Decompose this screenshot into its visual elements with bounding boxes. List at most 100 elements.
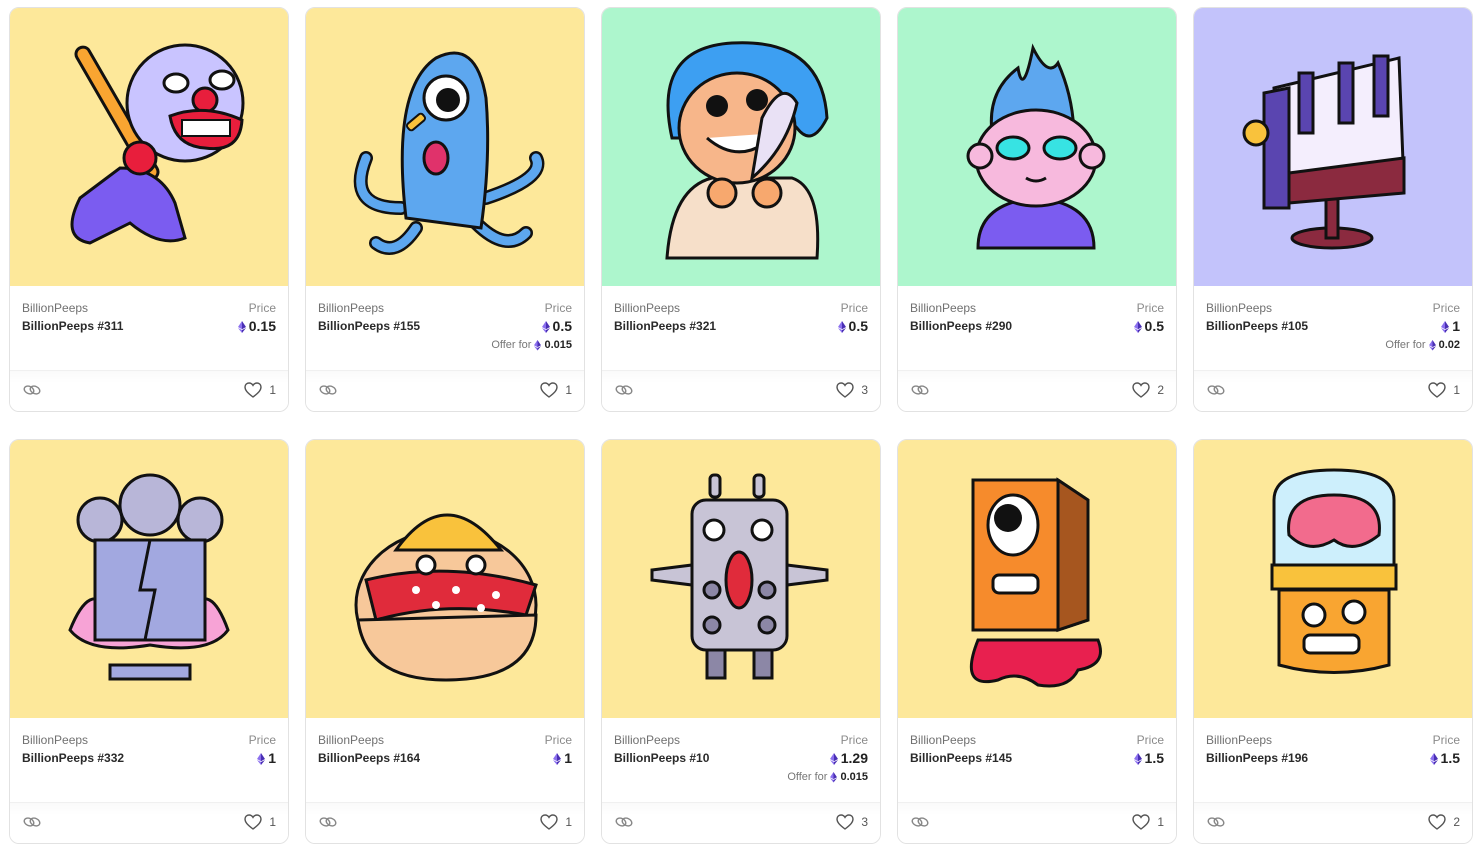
nft-card[interactable]: BillionPeeps BillionPeeps #332 Price 1 1 — [9, 439, 289, 844]
heart-icon — [836, 382, 855, 398]
nft-artwork-box-cyclops[interactable] — [898, 440, 1176, 718]
price-amount: 0.5 — [1144, 318, 1164, 334]
eth-icon — [1429, 752, 1438, 765]
collection-name[interactable]: BillionPeeps — [22, 733, 88, 747]
item-name[interactable]: BillionPeeps #321 — [614, 319, 716, 333]
like-count: 1 — [565, 383, 572, 397]
price-label: Price — [1136, 733, 1164, 747]
heart-icon — [244, 382, 263, 398]
like-count: 1 — [565, 815, 572, 829]
offer-amount: 0.015 — [544, 339, 572, 351]
like-button[interactable]: 1 — [244, 814, 276, 830]
like-button[interactable]: 3 — [836, 382, 868, 398]
collection-name[interactable]: BillionPeeps — [1206, 733, 1272, 747]
eth-icon — [237, 320, 246, 333]
nft-card[interactable]: BillionPeeps BillionPeeps #164 Price 1 1 — [305, 439, 585, 844]
eth-icon — [257, 752, 266, 765]
like-button[interactable]: 1 — [244, 382, 276, 398]
price-value: 1.29 — [829, 750, 868, 766]
nft-artwork-blue-octopus[interactable] — [306, 8, 584, 286]
nft-card[interactable]: BillionPeeps BillionPeeps #10 Price 1.29 Off… — [601, 439, 881, 844]
eth-icon — [837, 320, 846, 333]
chain-link-icon[interactable] — [615, 815, 633, 829]
heart-icon — [1132, 814, 1151, 830]
price-label: Price — [248, 733, 276, 747]
eth-icon — [553, 752, 562, 765]
like-button[interactable]: 1 — [540, 382, 572, 398]
price-value: 0.5 — [837, 318, 868, 334]
heart-icon — [1428, 814, 1447, 830]
card-info: BillionPeeps BillionPeeps #145 Price 1.5 — [898, 718, 1176, 802]
collection-name[interactable]: BillionPeeps — [22, 301, 88, 315]
price-value: 1.5 — [1133, 750, 1164, 766]
card-footer: 1 — [306, 370, 584, 411]
price-value: 0.15 — [237, 318, 276, 334]
chain-link-icon[interactable] — [911, 383, 929, 397]
chain-link-icon[interactable] — [1207, 383, 1225, 397]
price-value: 1 — [1441, 318, 1460, 334]
nft-artwork-grandma-torn-box[interactable] — [10, 440, 288, 718]
item-name[interactable]: BillionPeeps #290 — [910, 319, 1012, 333]
like-button[interactable]: 2 — [1132, 382, 1164, 398]
like-button[interactable]: 1 — [540, 814, 572, 830]
card-footer: 3 — [602, 370, 880, 411]
chain-link-icon[interactable] — [1207, 815, 1225, 829]
nft-artwork-clown-with-bat[interactable] — [10, 8, 288, 286]
price-label: Price — [1432, 301, 1460, 315]
card-footer: 2 — [1194, 802, 1472, 843]
nft-card[interactable]: BillionPeeps BillionPeeps #321 Price 0.5 3 — [601, 7, 881, 412]
offer-info: Offer for 0.015 — [787, 771, 868, 783]
like-count: 1 — [1157, 815, 1164, 829]
price-label: Price — [544, 301, 572, 315]
nft-card[interactable]: BillionPeeps BillionPeeps #290 Price 0.5 2 — [897, 7, 1177, 412]
item-name[interactable]: BillionPeeps #196 — [1206, 751, 1308, 765]
nft-artwork-piano-chair[interactable] — [1194, 8, 1472, 286]
like-count: 3 — [861, 383, 868, 397]
chain-link-icon[interactable] — [319, 815, 337, 829]
item-name[interactable]: BillionPeeps #145 — [910, 751, 1012, 765]
chain-link-icon[interactable] — [319, 383, 337, 397]
card-info: BillionPeeps BillionPeeps #196 Price 1.5 — [1194, 718, 1472, 802]
eth-icon — [541, 320, 550, 333]
collection-name[interactable]: BillionPeeps — [614, 301, 680, 315]
eth-icon — [830, 772, 838, 783]
collection-name[interactable]: BillionPeeps — [614, 733, 680, 747]
nft-card[interactable]: BillionPeeps BillionPeeps #155 Price 0.5 Off… — [305, 7, 585, 412]
nft-card[interactable]: BillionPeeps BillionPeeps #311 Price 0.15 1 — [9, 7, 289, 412]
collection-name[interactable]: BillionPeeps — [318, 733, 384, 747]
nft-card[interactable]: BillionPeeps BillionPeeps #196 Price 1.5 2 — [1193, 439, 1473, 844]
card-footer: 1 — [898, 802, 1176, 843]
item-name[interactable]: BillionPeeps #105 — [1206, 319, 1308, 333]
offer-amount: 0.015 — [840, 771, 868, 783]
chain-link-icon[interactable] — [23, 815, 41, 829]
nft-artwork-flame-head-monk[interactable] — [898, 8, 1176, 286]
nft-card[interactable]: BillionPeeps BillionPeeps #145 Price 1.5 1 — [897, 439, 1177, 844]
price-amount: 0.5 — [552, 318, 572, 334]
price-label: Price — [1136, 301, 1164, 315]
collection-name[interactable]: BillionPeeps — [910, 733, 976, 747]
nft-artwork-egg-bandana[interactable] — [306, 440, 584, 718]
collection-name[interactable]: BillionPeeps — [318, 301, 384, 315]
like-button[interactable]: 2 — [1428, 814, 1460, 830]
collection-name[interactable]: BillionPeeps — [910, 301, 976, 315]
item-name[interactable]: BillionPeeps #311 — [22, 319, 123, 333]
card-footer: 3 — [602, 802, 880, 843]
collection-name[interactable]: BillionPeeps — [1206, 301, 1272, 315]
item-name[interactable]: BillionPeeps #164 — [318, 751, 420, 765]
offer-info: Offer for 0.015 — [491, 339, 572, 351]
nft-artwork-blue-hair-girl[interactable] — [602, 8, 880, 286]
item-name[interactable]: BillionPeeps #332 — [22, 751, 124, 765]
like-button[interactable]: 1 — [1132, 814, 1164, 830]
item-name[interactable]: BillionPeeps #10 — [614, 751, 709, 765]
nft-artwork-robot-remote[interactable] — [602, 440, 880, 718]
item-name[interactable]: BillionPeeps #155 — [318, 319, 420, 333]
offer-amount: 0.02 — [1438, 339, 1460, 351]
nft-card[interactable]: BillionPeeps BillionPeeps #105 Price 1 Offer… — [1193, 7, 1473, 412]
chain-link-icon[interactable] — [911, 815, 929, 829]
chain-link-icon[interactable] — [23, 383, 41, 397]
chain-link-icon[interactable] — [615, 383, 633, 397]
like-count: 3 — [861, 815, 868, 829]
like-button[interactable]: 3 — [836, 814, 868, 830]
nft-artwork-brain-jar[interactable] — [1194, 440, 1472, 718]
like-button[interactable]: 1 — [1428, 382, 1460, 398]
